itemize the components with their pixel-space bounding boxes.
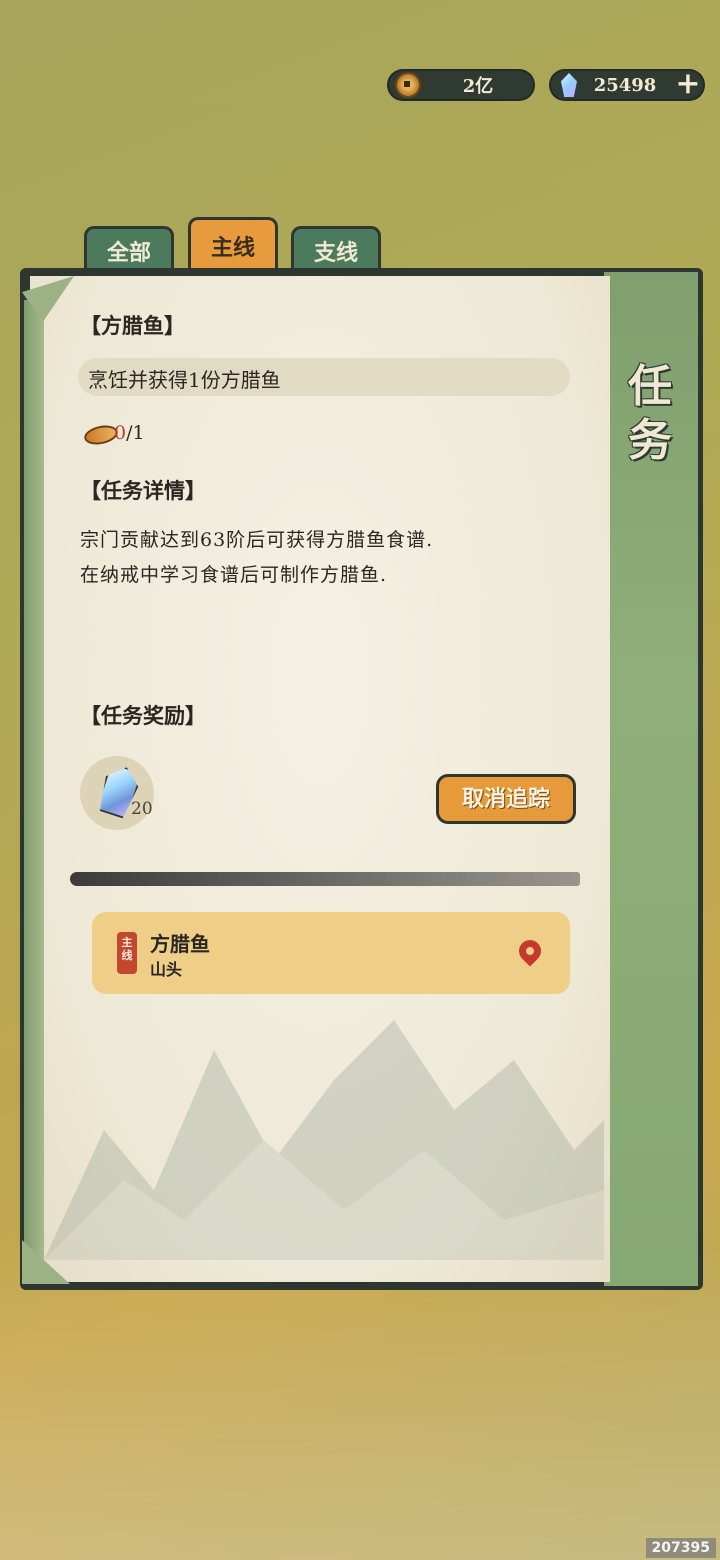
progress-total: /1	[126, 422, 145, 444]
main-quest-badge: 主线	[117, 932, 137, 974]
tab-side-quest[interactable]: 支线	[291, 226, 381, 274]
tab-all[interactable]: 全部	[84, 226, 174, 274]
details-line-1: 宗门贡献达到63阶后可获得方腊鱼食谱.	[80, 529, 434, 551]
scroll-edge	[24, 300, 44, 1260]
coin-amount: 2亿	[462, 76, 494, 97]
tab-main-quest[interactable]: 主线	[188, 217, 278, 273]
quest-list-location: 山头	[150, 960, 183, 979]
ink-divider	[70, 872, 580, 886]
cancel-tracking-button[interactable]: 取消追踪	[436, 774, 576, 824]
gem-icon	[561, 73, 577, 97]
quest-title: 【方腊鱼】	[80, 313, 185, 338]
progress-current: 0	[114, 422, 127, 444]
reward-count: 20	[131, 799, 153, 819]
coin-counter: 2亿	[387, 69, 535, 101]
details-heading: 【任务详情】	[80, 478, 206, 503]
gem-amount: 25498	[593, 74, 657, 96]
mountain-illustration	[44, 1020, 604, 1260]
details-line-2: 在纳戒中学习食谱后可制作方腊鱼.	[80, 564, 388, 586]
image-id-label: 207395	[645, 1538, 716, 1558]
rewards-heading: 【任务奖励】	[80, 703, 206, 728]
add-gems-button[interactable]: +	[673, 69, 703, 100]
panel-title-char-2: 务	[628, 415, 672, 466]
objective-text: 烹饪并获得1份方腊鱼	[88, 368, 281, 392]
objective-progress: 0/1	[114, 422, 145, 444]
quest-list-name: 方腊鱼	[150, 932, 210, 956]
gem-counter: 25498 +	[549, 69, 705, 101]
coin-icon	[395, 72, 421, 98]
